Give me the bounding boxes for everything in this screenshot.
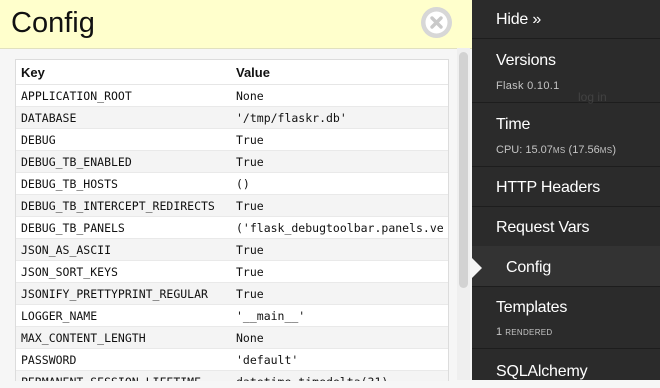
sidebar-item-config[interactable]: Config bbox=[472, 246, 660, 287]
config-key: LOGGER_NAME bbox=[16, 304, 231, 327]
table-row: PASSWORD'default' bbox=[16, 348, 448, 371]
table-row: LOGGER_NAME '__main__' bbox=[16, 304, 448, 327]
table-row: APPLICATION_ROOT None bbox=[16, 84, 448, 107]
sidebar-item-label: Request Vars bbox=[496, 219, 590, 236]
scrollbar-thumb[interactable] bbox=[459, 52, 468, 288]
table-header-row: Key Value bbox=[16, 60, 448, 85]
column-header-value: Value bbox=[231, 60, 448, 85]
close-icon bbox=[421, 7, 452, 38]
config-value: True bbox=[231, 282, 448, 305]
close-button[interactable] bbox=[421, 7, 452, 38]
config-value: True bbox=[231, 194, 448, 217]
table-row: DATABASE '/tmp/flaskr.db' bbox=[16, 106, 448, 129]
config-key: DATABASE bbox=[16, 106, 231, 129]
config-key: PASSWORD bbox=[16, 348, 231, 371]
table-row: JSON_AS_ASCII True bbox=[16, 238, 448, 261]
config-key: PERMANENT_SESSION_LIFETIME bbox=[16, 370, 231, 381]
config-value: '/tmp/flaskr.db' bbox=[231, 106, 448, 129]
background-login-link: log in bbox=[578, 90, 607, 104]
config-value: '__main__' bbox=[231, 304, 448, 327]
panel-header: Config bbox=[0, 0, 472, 49]
config-value: datetime.timedelta(31) bbox=[231, 370, 448, 381]
config-key: MAX_CONTENT_LENGTH bbox=[16, 326, 231, 349]
sidebar-item-label: HTTP Headers bbox=[496, 179, 601, 196]
config-key: APPLICATION_ROOT bbox=[16, 84, 231, 107]
table-row: DEBUG_TB_INTERCEPT_REDIRECTS True bbox=[16, 194, 448, 217]
config-table: Key Value APPLICATION_ROOT None DATABASE '… bbox=[16, 60, 448, 381]
table-row: PERMANENT_SESSION_LIFETIMEdatetime.timed… bbox=[16, 370, 448, 381]
column-header-key: Key bbox=[16, 60, 231, 85]
table-row: DEBUG True bbox=[16, 128, 448, 151]
config-value: None bbox=[231, 84, 448, 107]
sidebar-item-http-headers[interactable]: HTTP Headers bbox=[472, 166, 660, 207]
sidebar-item-label: Versions bbox=[496, 52, 556, 69]
config-key: DEBUG_TB_PANELS bbox=[16, 216, 231, 239]
debug-toolbar-sidebar: Hide » Versions Flask 0.10.1 Time CPU: 1… bbox=[472, 0, 660, 380]
sidebar-item-versions[interactable]: Versions Flask 0.10.1 bbox=[472, 38, 660, 103]
table-row: DEBUG_TB_ENABLED True bbox=[16, 150, 448, 173]
sidebar-item-label: Time bbox=[496, 116, 531, 133]
panel-title: Config bbox=[11, 7, 95, 39]
config-key: JSON_AS_ASCII bbox=[16, 238, 231, 261]
table-row: JSON_SORT_KEYS True bbox=[16, 260, 448, 283]
sidebar-item-label: Templates bbox=[496, 299, 568, 316]
config-value: ('flask_debugtoolbar.panels.ve bbox=[231, 216, 448, 239]
config-key: DEBUG_TB_HOSTS bbox=[16, 172, 231, 195]
table-row: DEBUG_TB_PANELS ('flask_debugtoolbar.pane… bbox=[16, 216, 448, 239]
config-value: None bbox=[231, 326, 448, 349]
table-row: DEBUG_TB_HOSTS() bbox=[16, 172, 448, 195]
config-key: DEBUG_TB_ENABLED bbox=[16, 150, 231, 173]
sidebar-item-label: Config bbox=[506, 259, 552, 276]
sidebar-item-request-vars[interactable]: Request Vars bbox=[472, 206, 660, 247]
config-value: True bbox=[231, 260, 448, 283]
sidebar-item-templates[interactable]: Templates 1 rendered bbox=[472, 286, 660, 349]
versions-subtitle: Flask 0.10.1 bbox=[496, 80, 560, 92]
config-value: True bbox=[231, 150, 448, 173]
config-table-container: Key Value APPLICATION_ROOT None DATABASE '… bbox=[15, 59, 449, 381]
table-row: MAX_CONTENT_LENGTH None bbox=[16, 326, 448, 349]
config-key: DEBUG_TB_INTERCEPT_REDIRECTS bbox=[16, 194, 231, 217]
config-key: JSON_SORT_KEYS bbox=[16, 260, 231, 283]
active-panel-marker-icon bbox=[472, 258, 482, 278]
sidebar-item-label: SQLAlchemy bbox=[496, 363, 588, 380]
hide-label: Hide » bbox=[496, 11, 542, 28]
sidebar-item-sqlalchemy[interactable]: SQLAlchemy bbox=[472, 348, 660, 388]
config-value: 'default' bbox=[231, 348, 448, 371]
time-subtitle: CPU: 15.07ms (17.56ms) bbox=[496, 144, 617, 156]
config-panel: Config Key Value APPLICATION_ROOT None DA… bbox=[0, 0, 472, 381]
config-value: () bbox=[231, 172, 448, 195]
sidebar-item-time[interactable]: Time CPU: 15.07ms (17.56ms) bbox=[472, 102, 660, 167]
table-row: JSONIFY_PRETTYPRINT_REGULAR True bbox=[16, 282, 448, 305]
config-key: DEBUG bbox=[16, 128, 231, 151]
config-value: True bbox=[231, 238, 448, 261]
config-key: JSONIFY_PRETTYPRINT_REGULAR bbox=[16, 282, 231, 305]
config-value: True bbox=[231, 128, 448, 151]
hide-toolbar-button[interactable]: Hide » bbox=[472, 0, 660, 39]
templates-subtitle: 1 rendered bbox=[496, 326, 553, 338]
